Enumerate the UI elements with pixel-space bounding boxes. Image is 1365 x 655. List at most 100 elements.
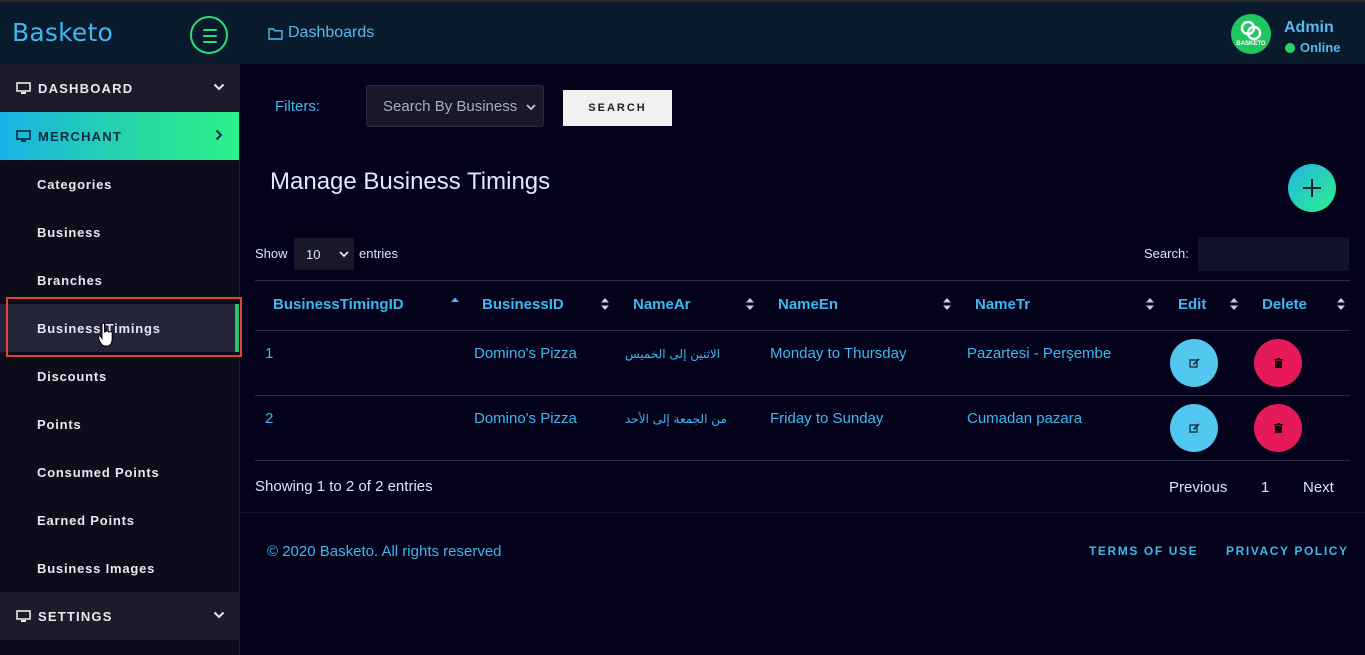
monitor-icon (16, 129, 31, 143)
avatar[interactable]: BASKETO (1231, 14, 1271, 54)
cell-nametr: Pazartesi - Perşembe (967, 345, 1112, 362)
sidebar-item-label: Business (37, 224, 102, 240)
hand-cursor-icon (97, 322, 114, 353)
row-divider (255, 395, 1350, 396)
sort-icon (745, 297, 755, 316)
sidebar-section-label: MERCHANT (38, 128, 122, 144)
hamburger-line (203, 41, 217, 43)
page-size-value: 10 (306, 246, 321, 262)
sidebar-item-label: Branches (37, 272, 103, 288)
sidebar-item-consumed-points[interactable]: Consumed Points (0, 448, 239, 496)
menu-toggle-button[interactable] (190, 16, 228, 54)
pagination-previous[interactable]: Previous (1169, 479, 1227, 496)
sidebar-item-label: Points (37, 416, 82, 432)
trash-icon (1273, 358, 1283, 368)
sidebar: DASHBOARD MERCHANT Categories Business B… (0, 64, 240, 655)
cell-namear: الاثنين إلى الخميس (625, 347, 721, 361)
column-header-businessid[interactable]: BusinessID (482, 296, 564, 313)
monitor-icon (16, 81, 31, 95)
hamburger-line (203, 29, 217, 31)
table-search-input[interactable] (1198, 237, 1349, 271)
add-button[interactable] (1288, 164, 1336, 212)
sidebar-section-settings[interactable]: SETTINGS (0, 592, 239, 640)
trash-icon (1273, 423, 1283, 433)
sidebar-item-label: Business Images (37, 560, 156, 576)
avatar-label: BASKETO (1236, 41, 1266, 47)
column-header-nameen[interactable]: NameEn (778, 296, 838, 313)
brand-logo[interactable]: Basketo (12, 18, 113, 47)
hamburger-line (203, 35, 217, 37)
edit-button[interactable] (1170, 339, 1218, 387)
edit-icon (1188, 357, 1200, 368)
folder-icon (268, 27, 283, 40)
chevron-down-icon (338, 248, 350, 263)
column-header-nametr[interactable]: NameTr (975, 296, 1030, 313)
sort-icon (600, 297, 610, 316)
row-divider (255, 460, 1350, 461)
sort-icon (942, 297, 952, 316)
chevron-down-icon (213, 609, 225, 624)
sidebar-item-label: Categories (37, 176, 113, 192)
chevron-right-icon (213, 129, 225, 144)
privacy-policy-link[interactable]: PRIVACY POLICY (1226, 544, 1349, 558)
business-filter-select[interactable]: Search By Business (366, 85, 544, 127)
business-filter-value: Search By Business (383, 97, 518, 115)
edit-button[interactable] (1170, 404, 1218, 452)
terms-of-use-link[interactable]: TERMS OF USE (1089, 544, 1198, 558)
table-top-border (255, 280, 1350, 281)
column-header-namear[interactable]: NameAr (633, 296, 691, 313)
sort-icon (1145, 297, 1155, 316)
cell-businessid: Domino's Pizza (474, 345, 577, 362)
cell-nametr: Cumadan pazara (967, 410, 1083, 427)
brand-mark-icon (1240, 20, 1262, 41)
sidebar-section-label: SETTINGS (38, 608, 113, 624)
sidebar-item-earned-points[interactable]: Earned Points (0, 496, 239, 544)
highlight-box (6, 297, 242, 357)
pagination-page-1[interactable]: 1 (1261, 479, 1269, 496)
sidebar-item-business[interactable]: Business (0, 208, 239, 256)
footer-divider (240, 512, 1365, 513)
sidebar-item-label: Discounts (37, 368, 108, 384)
sidebar-item-business-images[interactable]: Business Images (0, 544, 239, 592)
show-label: Show (255, 246, 288, 261)
edit-icon (1188, 422, 1200, 433)
sidebar-section-merchant[interactable]: MERCHANT (0, 112, 239, 160)
sidebar-section-label: DASHBOARD (38, 80, 134, 96)
sidebar-section-dashboard[interactable]: DASHBOARD (0, 64, 239, 112)
top-bar: Basketo Dashboards BASKETO Admin Online (0, 0, 1365, 64)
filters-label: Filters: (275, 98, 320, 115)
column-header-edit[interactable]: Edit (1178, 296, 1206, 313)
column-header-delete[interactable]: Delete (1262, 296, 1307, 313)
chevron-down-icon (525, 100, 537, 117)
breadcrumb-label: Dashboards (288, 24, 375, 41)
monitor-icon (16, 609, 31, 623)
delete-button[interactable] (1254, 404, 1302, 452)
column-header-businesstimingid[interactable]: BusinessTimingID (273, 296, 404, 313)
chevron-down-icon (213, 81, 225, 96)
cell-businessid: Domino's Pizza (474, 410, 577, 427)
cell-nameen: Monday to Thursday (770, 345, 907, 362)
pagination-next[interactable]: Next (1303, 479, 1334, 496)
table-header-border (255, 330, 1350, 331)
table-info: Showing 1 to 2 of 2 entries (255, 478, 433, 495)
cell-businesstimingid: 1 (265, 345, 274, 362)
user-status-label: Online (1300, 40, 1341, 55)
page-size-select[interactable]: 10 (294, 238, 354, 270)
cell-nameen: Friday to Sunday (770, 410, 884, 427)
user-name[interactable]: Admin (1284, 19, 1334, 37)
sidebar-item-points[interactable]: Points (0, 400, 239, 448)
footer-copyright: © 2020 Basketo. All rights reserved (267, 543, 502, 560)
sidebar-item-label: Earned Points (37, 512, 135, 528)
search-button[interactable]: SEARCH (563, 90, 672, 126)
page-title: Manage Business Timings (270, 168, 551, 195)
sidebar-item-categories[interactable]: Categories (0, 160, 239, 208)
breadcrumb[interactable]: Dashboards (268, 24, 374, 42)
sidebar-item-discounts[interactable]: Discounts (0, 352, 239, 400)
table-search-label: Search: (1144, 246, 1189, 261)
sort-asc-icon (450, 297, 460, 316)
cell-namear: من الجمعة إلى الأحد (625, 412, 727, 426)
delete-button[interactable] (1254, 339, 1302, 387)
sort-icon (1229, 297, 1239, 316)
user-status: Online (1285, 40, 1340, 55)
sort-icon (1336, 297, 1346, 316)
